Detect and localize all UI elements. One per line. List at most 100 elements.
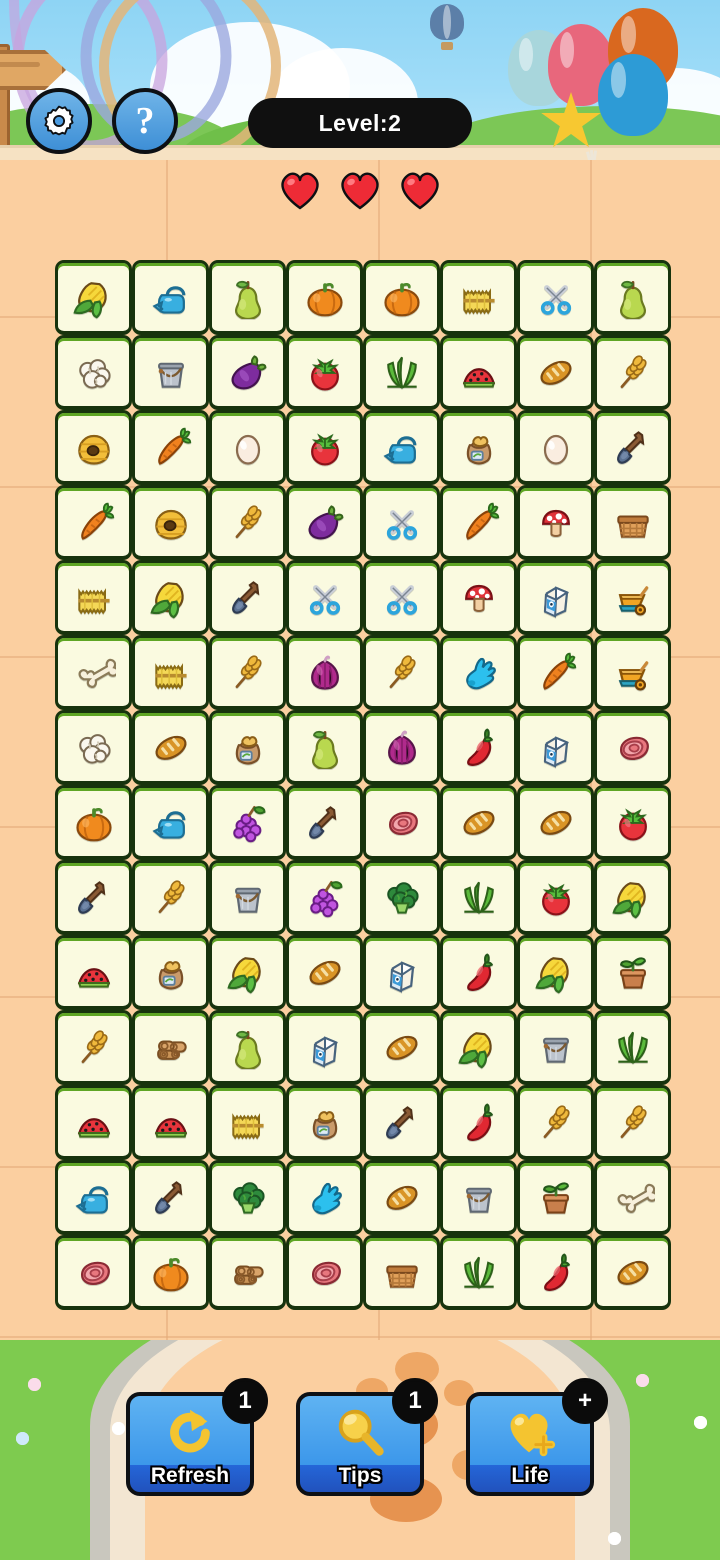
tile-r7-c4[interactable] xyxy=(286,710,363,785)
tile-r6-c2[interactable] xyxy=(132,635,209,710)
tile-r3-c3[interactable] xyxy=(209,410,286,485)
tile-r5-c2[interactable] xyxy=(132,560,209,635)
tile-r7-c5[interactable] xyxy=(363,710,440,785)
tile-r13-c3[interactable] xyxy=(209,1160,286,1235)
tile-r6-c4[interactable] xyxy=(286,635,363,710)
tile-r10-c5[interactable] xyxy=(363,935,440,1010)
tile-r8-c6[interactable] xyxy=(440,785,517,860)
tile-r5-c5[interactable] xyxy=(363,560,440,635)
tile-r8-c1[interactable] xyxy=(55,785,132,860)
tile-r11-c2[interactable] xyxy=(132,1010,209,1085)
tile-r8-c3[interactable] xyxy=(209,785,286,860)
tile-r7-c8[interactable] xyxy=(594,710,671,785)
life-button[interactable]: Life + xyxy=(466,1378,608,1496)
tile-r7-c6[interactable] xyxy=(440,710,517,785)
tile-r4-c2[interactable] xyxy=(132,485,209,560)
tile-r10-c4[interactable] xyxy=(286,935,363,1010)
tile-r13-c2[interactable] xyxy=(132,1160,209,1235)
tile-r5-c7[interactable] xyxy=(517,560,594,635)
tile-r3-c5[interactable] xyxy=(363,410,440,485)
tile-r14-c7[interactable] xyxy=(517,1235,594,1310)
tile-r12-c7[interactable] xyxy=(517,1085,594,1160)
tile-r4-c4[interactable] xyxy=(286,485,363,560)
tile-r13-c1[interactable] xyxy=(55,1160,132,1235)
tile-r11-c8[interactable] xyxy=(594,1010,671,1085)
tile-r2-c2[interactable] xyxy=(132,335,209,410)
tile-r6-c6[interactable] xyxy=(440,635,517,710)
tile-r6-c8[interactable] xyxy=(594,635,671,710)
tile-r12-c8[interactable] xyxy=(594,1085,671,1160)
tile-r11-c6[interactable] xyxy=(440,1010,517,1085)
tile-r1-c1[interactable] xyxy=(55,260,132,335)
tile-r13-c8[interactable] xyxy=(594,1160,671,1235)
tile-r9-c2[interactable] xyxy=(132,860,209,935)
tile-r1-c2[interactable] xyxy=(132,260,209,335)
tile-r10-c8[interactable] xyxy=(594,935,671,1010)
tile-r14-c2[interactable] xyxy=(132,1235,209,1310)
tile-r5-c4[interactable] xyxy=(286,560,363,635)
tile-r14-c8[interactable] xyxy=(594,1235,671,1310)
tile-r1-c4[interactable] xyxy=(286,260,363,335)
tile-r10-c2[interactable] xyxy=(132,935,209,1010)
tile-r8-c7[interactable] xyxy=(517,785,594,860)
tile-r13-c7[interactable] xyxy=(517,1160,594,1235)
tile-r7-c1[interactable] xyxy=(55,710,132,785)
tile-r2-c1[interactable] xyxy=(55,335,132,410)
tile-r10-c3[interactable] xyxy=(209,935,286,1010)
tile-r6-c5[interactable] xyxy=(363,635,440,710)
tile-r2-c8[interactable] xyxy=(594,335,671,410)
tile-r3-c7[interactable] xyxy=(517,410,594,485)
tile-r6-c7[interactable] xyxy=(517,635,594,710)
tile-r12-c4[interactable] xyxy=(286,1085,363,1160)
tile-r12-c2[interactable] xyxy=(132,1085,209,1160)
help-button[interactable]: ? xyxy=(112,88,178,154)
tile-r6-c3[interactable] xyxy=(209,635,286,710)
tile-r11-c5[interactable] xyxy=(363,1010,440,1085)
tile-r11-c7[interactable] xyxy=(517,1010,594,1085)
tile-r3-c4[interactable] xyxy=(286,410,363,485)
tile-r5-c1[interactable] xyxy=(55,560,132,635)
tile-r11-c4[interactable] xyxy=(286,1010,363,1085)
tile-r1-c8[interactable] xyxy=(594,260,671,335)
tile-r7-c2[interactable] xyxy=(132,710,209,785)
tile-r2-c6[interactable] xyxy=(440,335,517,410)
tile-r13-c6[interactable] xyxy=(440,1160,517,1235)
tile-r13-c4[interactable] xyxy=(286,1160,363,1235)
tile-r4-c7[interactable] xyxy=(517,485,594,560)
tile-r1-c3[interactable] xyxy=(209,260,286,335)
tips-button[interactable]: Tips 1 xyxy=(296,1378,438,1496)
tile-r12-c5[interactable] xyxy=(363,1085,440,1160)
tile-r9-c4[interactable] xyxy=(286,860,363,935)
tile-r9-c3[interactable] xyxy=(209,860,286,935)
tile-r2-c5[interactable] xyxy=(363,335,440,410)
tile-r2-c3[interactable] xyxy=(209,335,286,410)
tile-r4-c6[interactable] xyxy=(440,485,517,560)
tile-r4-c8[interactable] xyxy=(594,485,671,560)
tile-r11-c1[interactable] xyxy=(55,1010,132,1085)
game-board[interactable] xyxy=(55,260,671,1310)
tile-r12-c1[interactable] xyxy=(55,1085,132,1160)
tile-r1-c7[interactable] xyxy=(517,260,594,335)
tile-r5-c3[interactable] xyxy=(209,560,286,635)
tile-r9-c1[interactable] xyxy=(55,860,132,935)
tile-r2-c7[interactable] xyxy=(517,335,594,410)
tile-r8-c4[interactable] xyxy=(286,785,363,860)
tile-r3-c6[interactable] xyxy=(440,410,517,485)
tile-r7-c7[interactable] xyxy=(517,710,594,785)
tile-r8-c2[interactable] xyxy=(132,785,209,860)
tile-r14-c3[interactable] xyxy=(209,1235,286,1310)
tile-r14-c1[interactable] xyxy=(55,1235,132,1310)
tile-r8-c5[interactable] xyxy=(363,785,440,860)
tile-r5-c6[interactable] xyxy=(440,560,517,635)
tile-r6-c1[interactable] xyxy=(55,635,132,710)
settings-button[interactable] xyxy=(26,88,92,154)
tile-r14-c4[interactable] xyxy=(286,1235,363,1310)
tile-r10-c1[interactable] xyxy=(55,935,132,1010)
tile-r11-c3[interactable] xyxy=(209,1010,286,1085)
tile-r10-c6[interactable] xyxy=(440,935,517,1010)
tile-r1-c6[interactable] xyxy=(440,260,517,335)
tile-r14-c6[interactable] xyxy=(440,1235,517,1310)
tile-r4-c1[interactable] xyxy=(55,485,132,560)
tile-r10-c7[interactable] xyxy=(517,935,594,1010)
tile-r9-c5[interactable] xyxy=(363,860,440,935)
